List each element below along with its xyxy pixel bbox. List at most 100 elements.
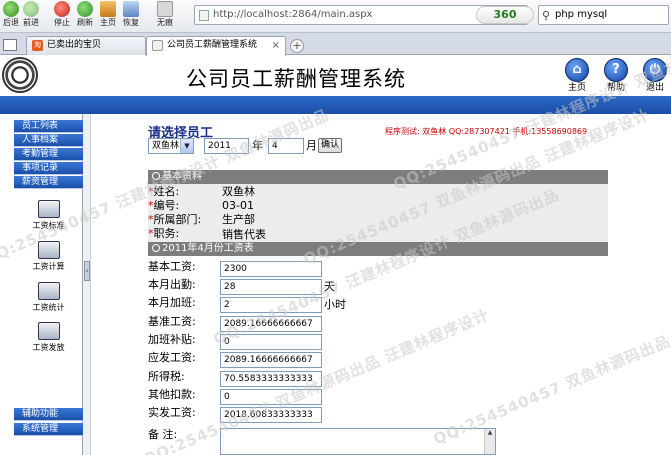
income-tax-input[interactable]: 70.5583333333333 <box>220 371 322 387</box>
salary-calc-icon <box>37 241 60 259</box>
sidebar-item-system-admin[interactable]: 系统管理 <box>14 423 83 436</box>
scrollbar[interactable]: ▲ <box>484 429 495 454</box>
overtime-allowance-input[interactable]: 0 <box>220 334 322 350</box>
header-logout-label: 退出 <box>645 83 664 93</box>
basic-salary-label: 基本工资: <box>148 260 196 273</box>
employee-select[interactable]: 双鱼林 ▼ <box>148 138 194 154</box>
other-deduction-label: 其他扣款: <box>148 388 196 401</box>
name-label: *姓名: <box>148 185 180 198</box>
incognito-label: 无痕 <box>157 18 173 27</box>
overtime-label: 本月加班: <box>148 296 196 309</box>
restore-label: 恢复 <box>123 18 139 27</box>
home-button[interactable]: 主页 <box>97 1 119 28</box>
attendance-input[interactable]: 28 <box>220 279 322 295</box>
attendance-label: 本月出勤: <box>148 278 196 291</box>
basic-info-header: 基本资料 <box>148 170 608 184</box>
refresh-label: 刷新 <box>77 18 93 27</box>
tool-salary-standard[interactable]: 工资标准 <box>14 200 83 231</box>
tab-menu-icon[interactable] <box>3 39 17 51</box>
year-label: 年 <box>252 139 263 152</box>
brand-360-logo[interactable]: 360 <box>476 6 534 24</box>
section-circle-icon <box>152 244 160 252</box>
overtime-unit: 小时 <box>324 298 346 311</box>
sidebar-item-records[interactable]: 事项记录 <box>14 162 83 175</box>
page-header: 公司员工薪酬管理系统 ⌂ 主页 ? 帮助 ⏻ 退出 <box>0 56 671 97</box>
sidebar-item-personnel-files[interactable]: 人事档案 <box>14 134 83 147</box>
net-pay-input[interactable]: 2018.60833333333 <box>220 407 322 423</box>
forward-arrow-icon <box>23 1 39 17</box>
header-blue-band <box>0 96 671 114</box>
author-note: 程序测试: 双鱼林 QQ:287307421 手机:13558690869 <box>385 127 588 136</box>
sidebar-item-attendance[interactable]: 考勤管理 <box>14 148 83 161</box>
stop-button[interactable]: 停止 <box>51 1 73 28</box>
salary-table-title: 2011年4月份工资表 <box>162 243 254 254</box>
tab-label: 公司员工薪酬管理系统 <box>167 40 258 50</box>
position-label: *职务: <box>148 227 180 240</box>
refresh-icon <box>77 1 93 17</box>
restore-icon <box>123 1 139 17</box>
browser-toolbar: 后退 前进 停止 刷新 主页 恢复 无痕 http://localhost:28… <box>0 0 671 33</box>
address-url: http://localhost:2864/main.aspx <box>213 9 373 20</box>
home-icon <box>100 1 116 17</box>
search-icon: ⚲ <box>542 9 551 22</box>
header-home-button[interactable]: ⌂ 主页 <box>562 58 592 94</box>
tool-salary-stats[interactable]: 工资统计 <box>14 282 83 313</box>
collapse-handle-icon[interactable]: ‹ <box>84 261 90 281</box>
header-help-button[interactable]: ? 帮助 <box>601 58 631 94</box>
gross-pay-input[interactable]: 2089.16666666667 <box>220 352 322 368</box>
tool-label: 工资计算 <box>32 262 65 271</box>
envelope-icon <box>37 282 60 300</box>
header-home-label: 主页 <box>567 83 586 93</box>
search-text: php mysql <box>555 9 608 20</box>
remark-label: 备 注: <box>148 428 178 441</box>
department-label: *所属部门: <box>148 213 202 226</box>
restore-button[interactable]: 恢复 <box>120 1 142 28</box>
tool-salary-calc[interactable]: 工资计算 <box>14 241 83 272</box>
home-icon: ⌂ <box>565 58 589 82</box>
incognito-button[interactable]: 无痕 <box>154 1 176 28</box>
header-logout-button[interactable]: ⏻ 退出 <box>640 58 670 94</box>
search-box[interactable]: ⚲ php mysql <box>538 5 669 25</box>
gross-pay-label: 应发工资: <box>148 351 196 364</box>
month-input[interactable]: 4 <box>268 138 304 154</box>
taobao-favicon-icon: 淘 <box>32 40 43 51</box>
basic-info-title: 基本资料 <box>162 171 202 182</box>
remark-textarea[interactable]: ▲ <box>220 428 496 455</box>
base-wage-input[interactable]: 2089.16666666667 <box>220 316 322 332</box>
tool-label: 工资统计 <box>32 303 65 312</box>
tab-bar: 淘 已卖出的宝贝 公司员工薪酬管理系统 × + <box>0 33 671 56</box>
header-help-label: 帮助 <box>606 83 625 93</box>
stop-icon <box>54 1 70 17</box>
page-favicon-icon <box>152 40 163 51</box>
tool-salary-payout[interactable]: 工资发放 <box>14 322 83 353</box>
sidebar: 员工列表 人事档案 考勤管理 事项记录 薪资管理 工资标准 工资计算 工资统计 … <box>0 114 83 455</box>
other-deduction-input[interactable]: 0 <box>220 389 322 405</box>
refresh-button[interactable]: 刷新 <box>74 1 96 28</box>
tab-salary-system[interactable]: 公司员工薪酬管理系统 × <box>146 36 286 56</box>
confirm-button[interactable]: 确认 <box>318 138 342 153</box>
back-arrow-icon <box>3 1 19 17</box>
tab-sold-items[interactable]: 淘 已卖出的宝贝 <box>26 36 146 55</box>
back-label: 后退 <box>3 18 19 27</box>
chevron-down-icon: ▼ <box>180 139 193 153</box>
overtime-input[interactable]: 2 <box>220 297 322 313</box>
new-tab-icon[interactable]: + <box>290 39 304 53</box>
sidebar-item-salary-management[interactable]: 薪资管理 <box>14 176 83 189</box>
close-tab-icon[interactable]: × <box>272 37 280 54</box>
forward-button[interactable]: 前进 <box>20 1 42 28</box>
basic-info-panel <box>148 184 608 242</box>
net-pay-label: 实发工资: <box>148 406 196 419</box>
sidebar-item-employee-list[interactable]: 员工列表 <box>14 120 83 133</box>
sidebar-splitter[interactable]: ‹ <box>83 114 91 455</box>
number-label: *编号: <box>148 199 180 212</box>
system-title: 公司员工薪酬管理系统 <box>186 67 406 91</box>
back-button[interactable]: 后退 <box>0 1 22 28</box>
number-value: 03-01 <box>222 199 254 212</box>
sidebar-item-aux-functions[interactable]: 辅助功能 <box>14 408 83 421</box>
overtime-allowance-label: 加班补贴: <box>148 333 196 346</box>
year-input[interactable]: 2011 <box>204 138 249 154</box>
help-icon: ? <box>604 58 628 82</box>
basic-salary-input[interactable]: 2300 <box>220 261 322 277</box>
stop-label: 停止 <box>54 18 70 27</box>
home-label: 主页 <box>100 18 116 27</box>
